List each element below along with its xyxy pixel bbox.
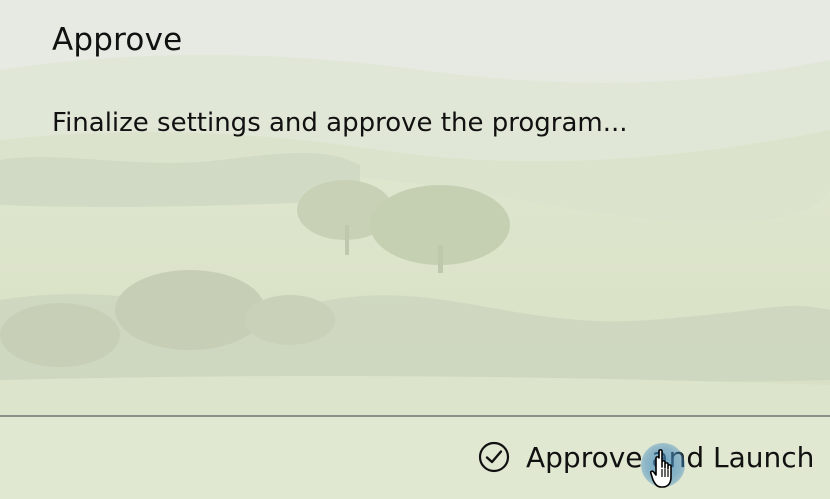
approve-and-launch-button[interactable]: Approve and Launch: [468, 432, 822, 482]
landscape-background: [0, 0, 830, 499]
footer-divider: [0, 415, 830, 417]
approve-and-launch-label: Approve and Launch: [526, 440, 815, 474]
dialog-message: Finalize settings and approve the progra…: [52, 108, 628, 138]
check-circle-icon: [476, 439, 512, 475]
dialog-title: Approve: [52, 22, 183, 58]
approve-dialog: Approve Finalize settings and approve th…: [0, 0, 830, 499]
